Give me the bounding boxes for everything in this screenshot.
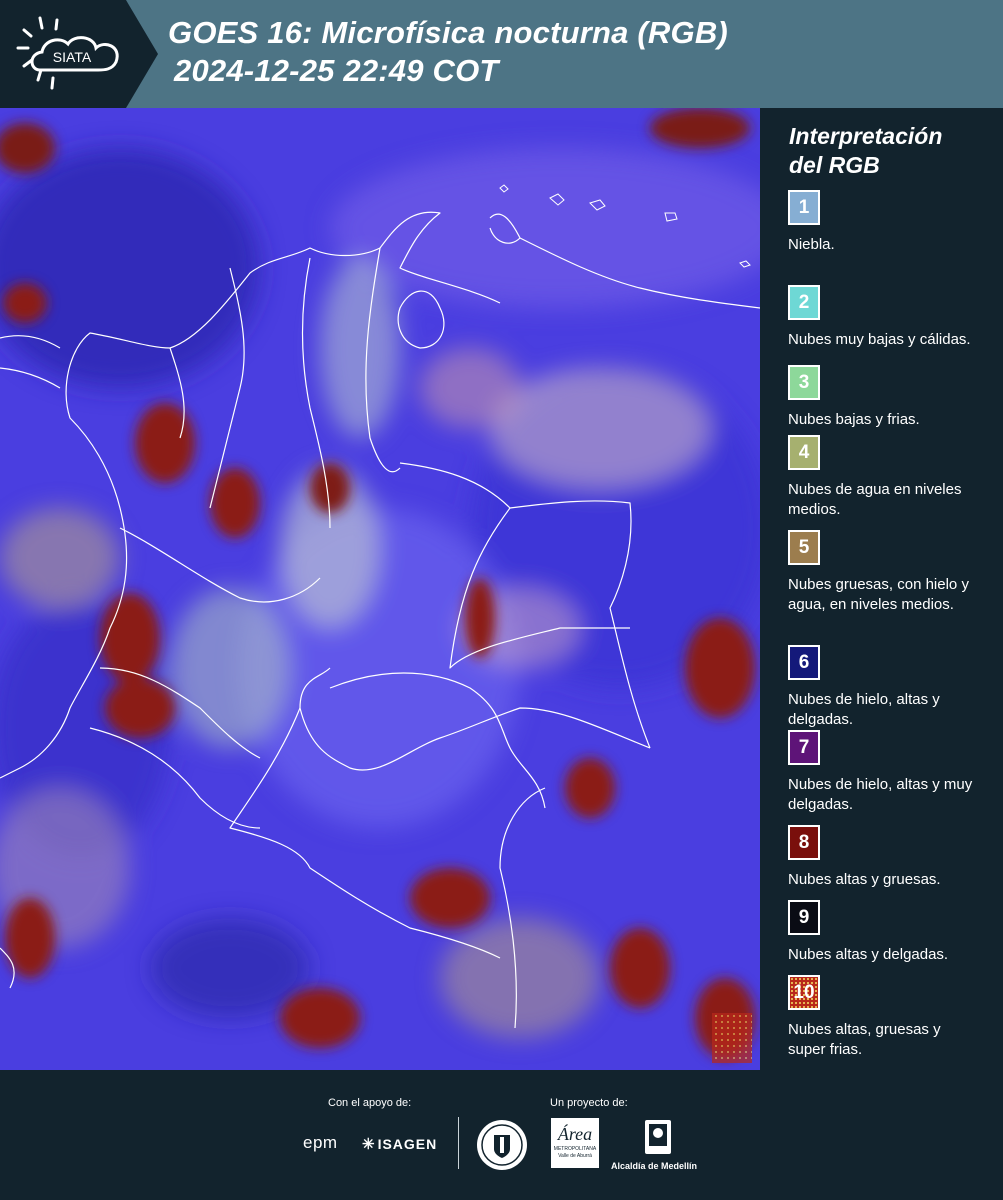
legend-item-8: 8 Nubes altas y gruesas. (788, 825, 978, 890)
legend-label-6: Nubes de hielo, altas y delgadas. (788, 691, 940, 728)
legend-label-8: Nubes altas y gruesas. (788, 871, 941, 888)
legend-item-10: 10 Nubes altas, gruesas y super frias. (788, 975, 978, 1060)
epm-logo: epm (303, 1133, 338, 1152)
legend-item-5: 5 Nubes gruesas, con hielo y agua, en niv… (788, 530, 978, 615)
isagen-logo: ✳ ISAGEN (362, 1135, 437, 1153)
legend-swatch-8: 8 (788, 825, 820, 860)
project-label: Un proyecto de: (550, 1097, 628, 1109)
amva-logo-sub2: Valle de Aburrá (558, 1153, 592, 1159)
legend-swatch-3: 3 (788, 365, 820, 400)
legend-label-9: Nubes altas y delgadas. (788, 946, 949, 963)
legend-item-1: 1 Niebla. (788, 190, 978, 255)
legend-swatch-9: 9 (788, 900, 820, 935)
legend-swatch-6: 6 (788, 645, 820, 680)
medellin-shield-icon (645, 1120, 671, 1154)
logo-text: SIATA (53, 49, 92, 65)
legend-title: Interpretación del RGB (789, 122, 942, 180)
legend-item-3: 3 Nubes bajas y frias. (788, 365, 978, 430)
satellite-image (0, 108, 760, 1070)
legend-label-5: Nubes gruesas, con hielo y agua, en nive… (788, 576, 969, 613)
legend-label-10: Nubes altas, gruesas y super frias. (788, 1021, 941, 1058)
legend-swatch-2: 2 (788, 285, 820, 320)
isagen-text: ISAGEN (377, 1136, 438, 1152)
amva-logo-text: Área (557, 1124, 593, 1144)
legend-item-9: 9 Nubes altas y delgadas. (788, 900, 978, 965)
header-bar: SIATA GOES 16: Microfísica nocturna (RGB… (0, 0, 1003, 108)
legend-label-1: Niebla. (788, 236, 835, 253)
footer: Con el apoyo de: Un proyecto de: epm ✳ IS… (0, 1070, 1003, 1200)
legend-item-2: 2 Nubes muy bajas y cálidas. (788, 285, 978, 350)
amva-logo: Área METROPOLITANA Valle de Aburrá (551, 1118, 599, 1168)
legend-label-4: Nubes de agua en niveles medios. (788, 481, 962, 518)
legend-swatch-7: 7 (788, 730, 820, 765)
title-timestamp: 2024-12-25 22:49 COT (174, 53, 499, 88)
footer-separator (458, 1117, 459, 1169)
legend-item-6: 6 Nubes de hielo, altas y delgadas. (788, 645, 978, 730)
university-seal-icon (477, 1120, 527, 1170)
legend-label-2: Nubes muy bajas y cálidas. (788, 331, 971, 348)
legend-title-line-1: Interpretación (789, 123, 943, 149)
siata-logo: SIATA (0, 0, 158, 108)
legend-swatch-4: 4 (788, 435, 820, 470)
legend-label-7: Nubes de hielo, altas y muy delgadas. (788, 776, 973, 813)
legend-swatch-1: 1 (788, 190, 820, 225)
legend-item-7: 7 Nubes de hielo, altas y muy delgadas. (788, 730, 978, 815)
medellin-logo-text: Alcaldía de Medellín (611, 1161, 698, 1171)
title-line-1: GOES 16: Microfísica nocturna (RGB) (168, 15, 728, 50)
legend-swatch-5: 5 (788, 530, 820, 565)
satellite-rgb-map (0, 108, 760, 1070)
support-label: Con el apoyo de: (328, 1097, 412, 1109)
isagen-icon: ✳ (362, 1136, 376, 1153)
legend-title-line-2: del RGB (789, 152, 880, 178)
legend-item-4: 4 Nubes de agua en niveles medios. (788, 435, 978, 520)
legend-swatch-10: 10 (788, 975, 820, 1010)
page-title: GOES 16: Microfísica nocturna (RGB) 2024… (168, 14, 728, 90)
rgb-legend: Interpretación del RGB 1 Niebla. 2 Nubes mu… (760, 108, 1003, 1070)
amva-logo-sub1: METROPOLITANA (553, 1146, 597, 1152)
legend-label-3: Nubes bajas y frias. (788, 411, 920, 428)
